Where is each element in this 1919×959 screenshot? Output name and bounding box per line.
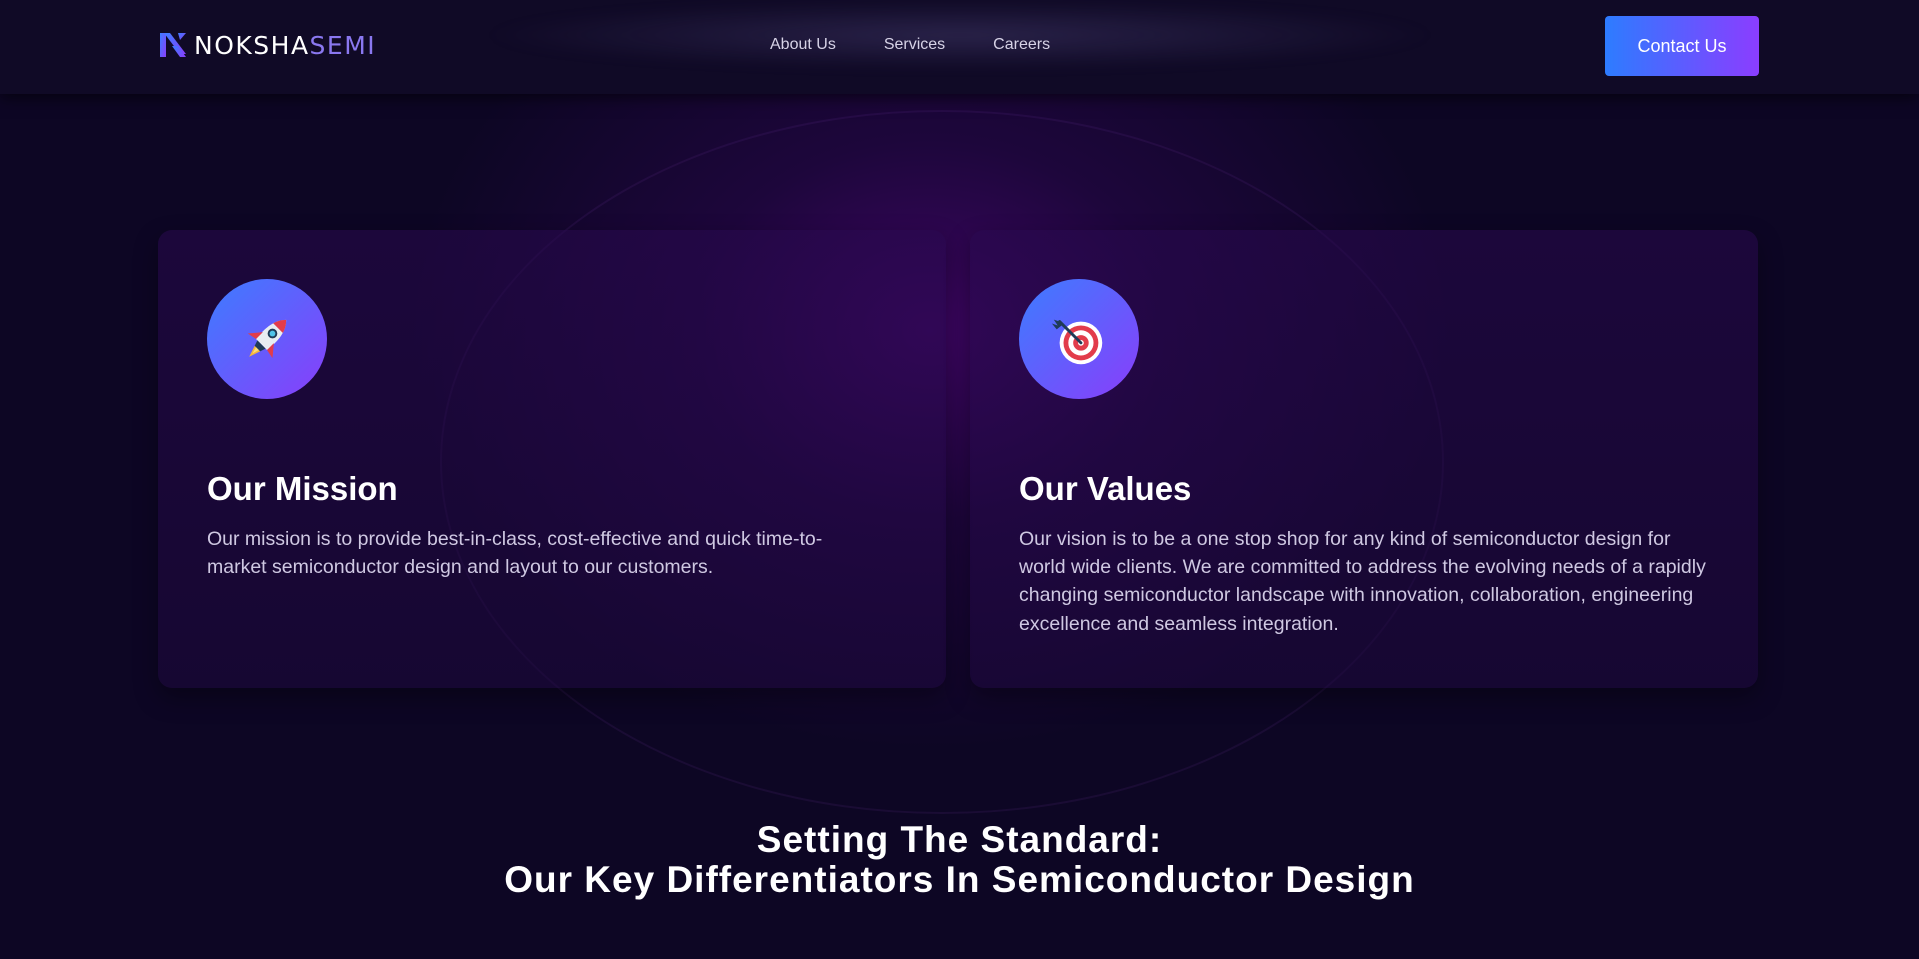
logo-text-part1: NOKSHA (194, 30, 310, 60)
rocket-icon (247, 319, 287, 359)
mission-text: Our mission is to provide best-in-class,… (207, 528, 823, 579)
main-nav: About Us Services Careers (770, 36, 1050, 54)
site-header: NOKSHASEMI About Us Services Careers Con… (0, 0, 1919, 94)
section-title-line1: Setting The Standard: (756, 819, 1163, 860)
nav-item-services[interactable]: Services (884, 36, 945, 54)
values-icon-badge (1019, 279, 1139, 399)
logo[interactable]: NOKSHASEMI (158, 28, 376, 62)
target-icon (1051, 319, 1103, 365)
contact-us-button[interactable]: Contact Us (1605, 16, 1759, 76)
values-card: Our Values Our vision is to be a one sto… (970, 230, 1758, 688)
mission-card: Our Mission Our mission is to provide be… (158, 230, 946, 688)
logo-text-part2: SEMI (309, 30, 377, 60)
header-glow (480, 0, 1440, 70)
page: NOKSHASEMI About Us Services Careers Con… (0, 0, 1919, 959)
values-text: Our vision is to be a one stop shop for … (1019, 528, 1706, 635)
nav-item-about-us[interactable]: About Us (770, 36, 836, 54)
logo-icon (160, 33, 186, 57)
section-title: Setting The Standard: Our Key Differenti… (0, 820, 1919, 900)
nav-item-careers[interactable]: Careers (993, 36, 1050, 54)
values-title: Our Values (1019, 470, 1192, 507)
mission-title: Our Mission (207, 470, 398, 507)
logo-text: NOKSHASEMI (194, 31, 376, 60)
mission-icon-badge (207, 279, 327, 399)
section-title-line2: Our Key Differentiators In Semiconductor… (504, 859, 1415, 900)
